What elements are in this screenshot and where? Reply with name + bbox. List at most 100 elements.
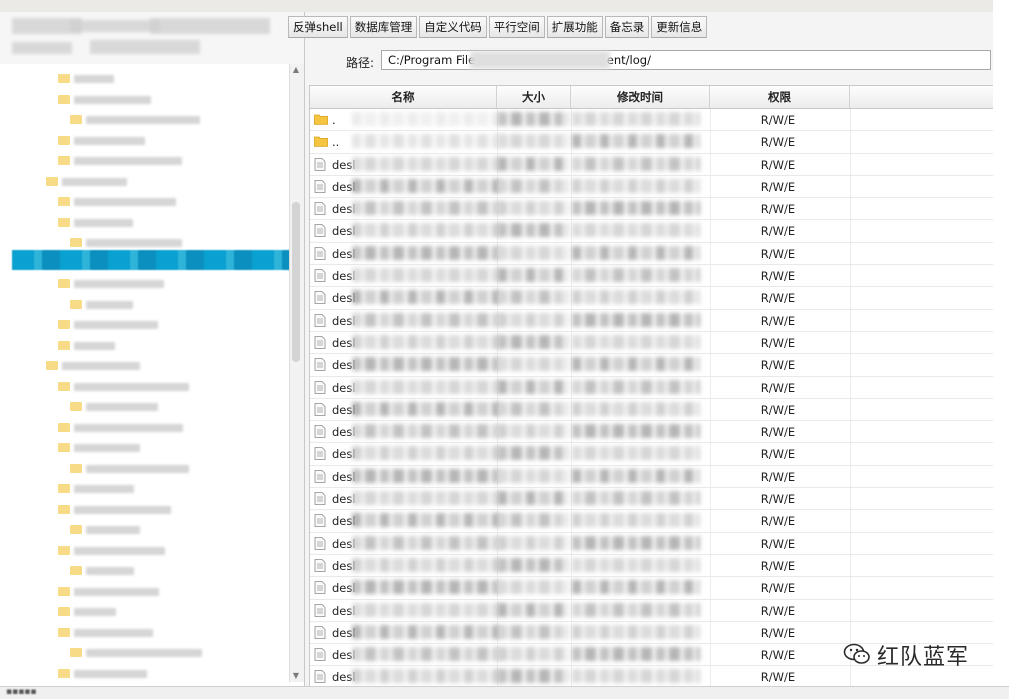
tree-item-label-redacted[interactable] <box>86 464 189 473</box>
tree-item-label-redacted[interactable] <box>74 546 165 555</box>
tree-item-label-redacted[interactable] <box>86 239 182 247</box>
folder-icon[interactable] <box>70 648 82 657</box>
tab-2[interactable]: 自定义代码 <box>419 16 487 38</box>
table-row[interactable]: desl R/W/E <box>310 466 994 489</box>
folder-icon[interactable] <box>70 402 82 411</box>
folder-icon[interactable] <box>58 627 70 637</box>
scroll-down-icon[interactable]: ▼ <box>292 672 300 680</box>
tree-item-label-redacted[interactable] <box>74 157 182 165</box>
tree-item-label-redacted[interactable] <box>74 669 147 678</box>
tab-0[interactable]: 反弹shell <box>288 16 348 38</box>
folder-icon[interactable] <box>70 115 82 124</box>
tree-item-label-redacted[interactable] <box>74 423 183 432</box>
folder-icon[interactable] <box>58 422 70 432</box>
folder-icon[interactable] <box>58 668 70 678</box>
table-row[interactable]: desl R/W/E <box>310 265 994 288</box>
tree-item-label-redacted[interactable] <box>74 280 164 288</box>
folder-icon[interactable] <box>70 238 82 247</box>
tree-scrollbar-thumb[interactable] <box>292 202 300 362</box>
folder-icon[interactable] <box>58 320 70 329</box>
tree-item-label-redacted[interactable] <box>74 75 114 83</box>
tree-item-label-redacted[interactable] <box>74 321 158 329</box>
tree-item-label-redacted[interactable] <box>74 485 134 493</box>
column-header-size[interactable]: 大小 <box>497 86 571 108</box>
table-row[interactable]: desl R/W/E <box>310 310 994 332</box>
folder-icon[interactable] <box>58 545 70 555</box>
folder-icon[interactable] <box>58 443 70 452</box>
tree-item-label-redacted[interactable] <box>74 95 151 104</box>
name-redaction <box>352 357 500 372</box>
table-row[interactable]: desl R/W/E <box>310 399 994 422</box>
table-row[interactable]: desl R/W/E <box>310 377 994 399</box>
folder-icon[interactable] <box>58 586 70 596</box>
tree-item-label-redacted[interactable] <box>74 218 133 227</box>
folder-icon[interactable] <box>58 197 70 206</box>
table-row[interactable]: desl R/W/E <box>310 220 994 243</box>
folder-icon[interactable] <box>58 279 70 288</box>
folder-icon[interactable] <box>58 156 70 165</box>
table-row[interactable]: desl R/W/E <box>310 533 994 555</box>
tree-item-label-redacted[interactable] <box>74 444 140 452</box>
tree-item-label-redacted[interactable] <box>86 567 134 575</box>
tree-item-label-redacted[interactable] <box>62 177 127 186</box>
tree-item-label-redacted[interactable] <box>74 505 171 514</box>
folder-icon[interactable] <box>58 381 70 391</box>
folder-icon[interactable] <box>58 504 70 514</box>
table-row[interactable]: .. R/W/E <box>310 131 994 154</box>
folder-icon[interactable] <box>58 74 70 83</box>
table-row[interactable]: desl R/W/E <box>310 354 994 377</box>
folder-icon[interactable] <box>46 176 58 186</box>
tree-item-label-redacted[interactable] <box>74 341 115 350</box>
folder-icon[interactable] <box>70 463 82 473</box>
table-row[interactable]: desl R/W/E <box>310 332 994 355</box>
tab-1[interactable]: 数据库管理 <box>349 16 418 38</box>
table-row[interactable]: desl R/W/E <box>310 287 994 310</box>
tree-item-label-redacted[interactable] <box>86 526 140 534</box>
column-header-modified[interactable]: 修改时间 <box>571 86 710 108</box>
tree-item-label-redacted[interactable] <box>86 116 200 124</box>
folder-icon[interactable] <box>70 299 82 309</box>
table-row[interactable]: desl R/W/E <box>310 243 994 266</box>
tree-item-label-redacted[interactable] <box>86 300 133 309</box>
tree-item-label-redacted[interactable] <box>62 362 140 370</box>
scroll-up-icon[interactable]: ▲ <box>292 66 300 74</box>
table-row[interactable]: desl R/W/E <box>310 443 994 466</box>
tab-5[interactable]: 备忘录 <box>604 16 650 38</box>
tree-item-label-redacted[interactable] <box>74 608 116 616</box>
folder-icon[interactable] <box>58 340 70 350</box>
table-row[interactable]: desl R/W/E <box>310 488 994 511</box>
table-row[interactable]: . R/W/E <box>310 109 994 132</box>
table-row[interactable]: desl R/W/E <box>310 577 994 600</box>
table-row[interactable]: desl R/W/E <box>310 176 994 199</box>
tree-item-label-redacted[interactable] <box>74 587 159 596</box>
tree-item-label-redacted[interactable] <box>86 403 158 411</box>
table-row[interactable]: desl R/W/E <box>310 198 994 221</box>
folder-icon[interactable] <box>58 607 70 616</box>
table-row[interactable]: desl R/W/E <box>310 154 994 176</box>
tree-item-label-redacted[interactable] <box>74 628 153 637</box>
table-row[interactable]: desl R/W/E <box>310 510 994 533</box>
folder-icon[interactable] <box>70 566 82 575</box>
folder-icon[interactable] <box>58 135 70 145</box>
tree-item-label-redacted[interactable] <box>74 198 176 206</box>
tree-selected-item[interactable] <box>12 250 290 270</box>
folder-icon[interactable] <box>70 525 82 534</box>
table-row[interactable]: desl R/W/E <box>310 555 994 578</box>
tree-item-label-redacted[interactable] <box>74 382 189 391</box>
folder-icon[interactable] <box>58 484 70 493</box>
column-header-permission[interactable]: 权限 <box>710 86 850 108</box>
folder-icon[interactable] <box>58 217 70 227</box>
tab-3[interactable]: 平行空间 <box>488 16 545 38</box>
folder-icon[interactable] <box>46 361 58 370</box>
directory-tree-panel[interactable]: ▲ ▼ <box>0 12 305 686</box>
file-icon <box>314 559 328 572</box>
folder-icon[interactable] <box>58 94 70 104</box>
tree-item-label-redacted[interactable] <box>86 649 202 657</box>
table-row[interactable]: desl R/W/E <box>310 421 994 444</box>
tree-item-label-redacted[interactable] <box>74 136 145 145</box>
table-row[interactable]: desl R/W/E <box>310 600 994 622</box>
tab-6[interactable]: 更新信息 <box>651 16 708 38</box>
column-header-name[interactable]: 名称 <box>310 86 497 108</box>
tab-4[interactable]: 扩展功能 <box>546 16 603 38</box>
tree-scrollbar[interactable] <box>289 64 304 682</box>
